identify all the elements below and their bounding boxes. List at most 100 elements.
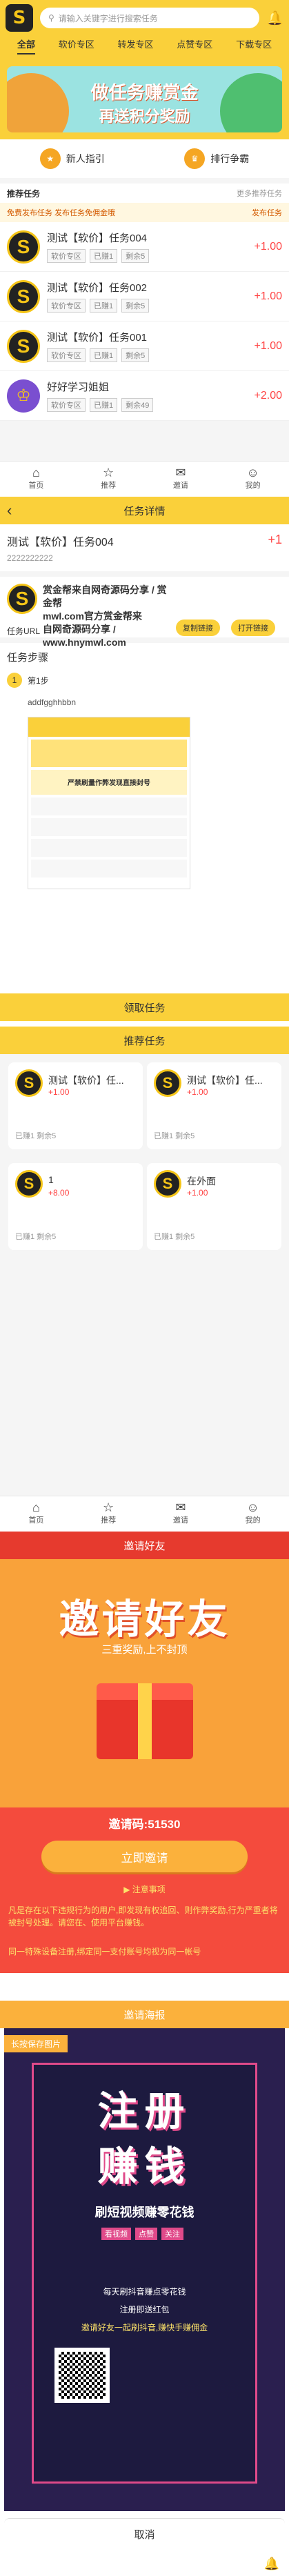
task-icon: S bbox=[154, 1069, 181, 1097]
more-link[interactable]: 更多推荐任务 bbox=[237, 188, 282, 199]
poster-chip: 看视频 bbox=[101, 2228, 131, 2240]
nav-invite[interactable]: ✉ 邀请 bbox=[145, 462, 217, 497]
poster-title-1: 注册 bbox=[97, 2089, 192, 2134]
quick-menu: ★ 新人指引 ♛ 排行争霸 bbox=[0, 139, 289, 184]
task-icon: S bbox=[7, 230, 40, 264]
bell-icon[interactable]: 🔔 bbox=[266, 10, 283, 27]
notice-link[interactable]: 发布任务 bbox=[252, 207, 282, 218]
task-title: 测试【软价】任务002 bbox=[47, 282, 148, 294]
nav-home[interactable]: ⌂ 首页 bbox=[0, 1496, 72, 1532]
poster-text: 邀请好友一起刷抖音,赚快手赚佣金 bbox=[81, 2323, 208, 2332]
invite-icon: ✉ bbox=[175, 1500, 186, 1514]
nav-label: 我的 bbox=[245, 482, 261, 490]
home-header: S ⚲ 请输入关键字进行搜索任务 🔔 全部 软价专区 转发专区 点赞专区 下载专… bbox=[0, 0, 289, 66]
task-row[interactable]: S 测试【软价】任务004 软价专区 已赚1 剩余5 +1.00 bbox=[0, 222, 289, 272]
tab-like[interactable]: 点赞专区 bbox=[177, 37, 212, 55]
nav-home[interactable]: ⌂ 首页 bbox=[0, 462, 72, 497]
open-link-button[interactable]: 打开链接 bbox=[231, 620, 275, 636]
tab-download[interactable]: 下载专区 bbox=[236, 37, 272, 55]
nav-label: 推荐 bbox=[101, 482, 117, 490]
recommend-title: 推荐任务 bbox=[0, 1027, 289, 1054]
card-title: 测试【软价】任... bbox=[187, 1075, 263, 1086]
task-title: 测试【软价】任务004 bbox=[7, 537, 114, 548]
task-row[interactable]: ♔ 好好学习姐姐 软价专区 已赚1 剩余49 +2.00 bbox=[0, 371, 289, 421]
card-price: +1.00 bbox=[187, 1087, 208, 1097]
copy-link-button[interactable]: 复制链接 bbox=[176, 620, 220, 636]
invite-icon: ✉ bbox=[175, 466, 186, 479]
task-desc: 2222222222 bbox=[7, 553, 53, 563]
task-title: 好好学习姐姐 bbox=[47, 382, 110, 393]
notice-icon: ▶ bbox=[123, 1885, 130, 1894]
search-icon: ⚲ bbox=[48, 13, 54, 23]
task-tag: 软价专区 bbox=[47, 348, 86, 362]
card-price: +1.00 bbox=[48, 1087, 70, 1097]
invite-now-button[interactable]: 立即邀请 bbox=[41, 1841, 248, 1872]
task-tag: 已赚1 bbox=[90, 348, 118, 362]
notes-text: 凡是存在以下违规行为的用户,即发现有权追回、则作弊奖励,行为严重者将被封号处理。… bbox=[8, 1905, 278, 1928]
home-icon: ⌂ bbox=[32, 466, 40, 479]
invite-headline: 邀请好友 bbox=[59, 1597, 230, 1642]
home-icon: ⌂ bbox=[32, 1500, 40, 1514]
task-reward: +1 bbox=[268, 533, 282, 546]
recommend-card[interactable]: S 测试【软价】任... +1.00 已赚1 剩余5 bbox=[8, 1062, 143, 1149]
guide-icon: ★ bbox=[39, 148, 61, 169]
menu-newbie-guide[interactable]: ★ 新人指引 bbox=[0, 148, 145, 169]
nav-recommend[interactable]: ☆ 推荐 bbox=[72, 462, 145, 497]
step-screenshot[interactable]: 严禁刷量作弊发现直接封号 bbox=[28, 717, 190, 889]
url-label: 任务URL bbox=[7, 626, 41, 636]
poster-title-2: 赚钱 bbox=[97, 2144, 192, 2189]
recommend-card[interactable]: S 在外面 +1.00 已赚1 剩余5 bbox=[147, 1163, 281, 1250]
task-reward: +1.00 bbox=[254, 339, 282, 352]
recommend-card[interactable]: S 1 +8.00 已赚1 剩余5 bbox=[8, 1163, 143, 1250]
card-stats: 已赚1 剩余5 bbox=[15, 1132, 57, 1140]
nav-recommend[interactable]: ☆ 推荐 bbox=[72, 1496, 145, 1532]
category-tabs: 全部 软价专区 转发专区 点赞专区 下载专区 bbox=[6, 37, 283, 55]
card-stats: 已赚1 剩余5 bbox=[154, 1233, 195, 1241]
cancel-button[interactable]: 取消 bbox=[4, 2518, 285, 2550]
nav-mine[interactable]: ☺ 我的 bbox=[217, 1496, 289, 1532]
poster-text: 每天刷抖音赚点零花钱 bbox=[103, 2287, 186, 2297]
card-price: +8.00 bbox=[48, 1188, 70, 1198]
card-stats: 已赚1 剩余5 bbox=[154, 1132, 195, 1140]
back-icon[interactable]: ‹ bbox=[7, 502, 12, 519]
home-banner[interactable]: 做任务赚赏金 再送积分奖励 bbox=[7, 66, 282, 132]
bull-icon: ♔ bbox=[7, 379, 40, 413]
task-icon: S bbox=[154, 1170, 181, 1198]
detail-header: ‹ 任务详情 bbox=[0, 497, 289, 524]
accept-task-button[interactable]: 领取任务 bbox=[0, 993, 289, 1021]
bell-icon[interactable]: 🔔 bbox=[264, 2557, 279, 2571]
task-tag: 软价专区 bbox=[47, 398, 86, 412]
poster-tagline: 刷短视频赚零花钱 bbox=[94, 2206, 195, 2219]
user-icon: ☺ bbox=[246, 466, 259, 479]
tab-soft[interactable]: 软价专区 bbox=[59, 37, 94, 55]
nav-mine[interactable]: ☺ 我的 bbox=[217, 462, 289, 497]
menu-label: 排行争霸 bbox=[210, 153, 250, 164]
invite-code-label: 邀请码: bbox=[108, 1818, 148, 1831]
recommend-card[interactable]: S 测试【软价】任... +1.00 已赚1 剩余5 bbox=[147, 1062, 281, 1149]
nav-label: 推荐 bbox=[101, 1516, 117, 1525]
task-row[interactable]: S 测试【软价】任务001 软价专区 已赚1 剩余5 +1.00 bbox=[0, 321, 289, 371]
tab-forward[interactable]: 转发专区 bbox=[117, 37, 153, 55]
task-icon: S bbox=[7, 329, 40, 363]
nav-label: 邀请 bbox=[172, 1516, 188, 1525]
task-icon: S bbox=[7, 279, 40, 313]
nav-label: 首页 bbox=[28, 1516, 44, 1525]
step-label: 第1步 bbox=[28, 675, 49, 686]
poster-image[interactable]: 长按保存图片 注册 赚钱 刷短视频赚零花钱 看视频 点赞 关注 每天刷抖音赚点零花钱… bbox=[4, 2028, 285, 2511]
task-tag: 剩余5 bbox=[121, 348, 150, 362]
section-title: 推荐任务 bbox=[7, 188, 41, 199]
poster-text: 注册即送红包 bbox=[119, 2305, 170, 2315]
step-text: addfgghhbbn bbox=[28, 697, 77, 707]
nav-invite[interactable]: ✉ 邀请 bbox=[145, 1496, 217, 1532]
search-input[interactable]: ⚲ 请输入关键字进行搜索任务 bbox=[40, 8, 260, 28]
notice-bar: 免费发布任务 发布任务免佣金哦 发布任务 bbox=[0, 203, 289, 222]
task-icon: S bbox=[15, 1170, 43, 1198]
notes-text: 同一特殊设备注册,绑定同一支付账号均视为同一帐号 bbox=[8, 1947, 201, 1956]
menu-ranking[interactable]: ♛ 排行争霸 bbox=[145, 148, 289, 169]
task-row[interactable]: S 测试【软价】任务002 软价专区 已赚1 剩余5 +1.00 bbox=[0, 272, 289, 321]
invite-code: 51530 bbox=[148, 1818, 181, 1831]
banner-line2: 再送积分奖励 bbox=[99, 108, 190, 125]
task-tag: 剩余5 bbox=[121, 249, 150, 263]
tab-all[interactable]: 全部 bbox=[17, 37, 35, 55]
step-number: 1 bbox=[7, 673, 22, 688]
